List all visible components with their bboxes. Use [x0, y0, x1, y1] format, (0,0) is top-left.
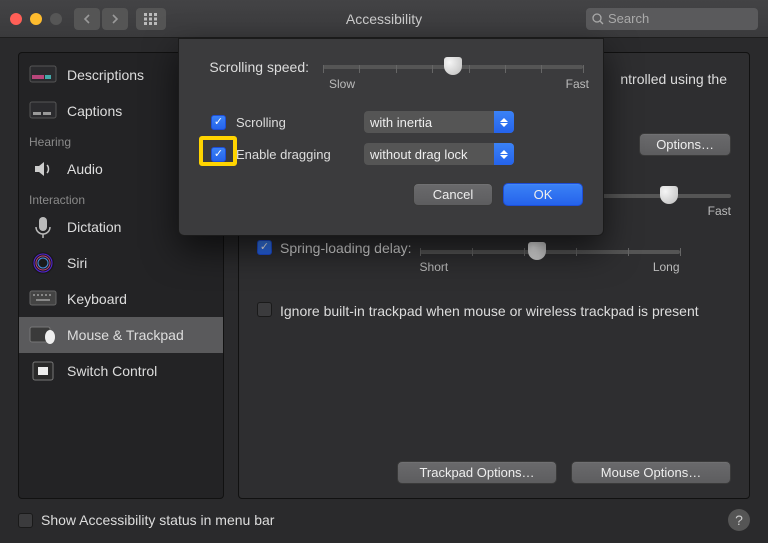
descriptions-icon	[29, 63, 57, 87]
search-input[interactable]: Search	[586, 8, 758, 30]
close-window-button[interactable]	[10, 13, 22, 25]
slider-slow-label: Slow	[329, 77, 355, 91]
sidebar-item-siri[interactable]: Siri	[19, 245, 223, 281]
spring-loading-label: Spring-loading delay:	[280, 240, 412, 256]
slider-fast-label: Fast	[566, 77, 589, 91]
show-status-menubar-label: Show Accessibility status in menu bar	[41, 512, 274, 528]
sidebar-item-label: Descriptions	[67, 67, 144, 83]
dragging-select-value: without drag lock	[370, 147, 468, 162]
traffic-lights	[10, 13, 62, 25]
trackpad-options-sheet: Scrolling speed: Slow Fast ✓ Scrol	[178, 38, 604, 236]
switch-control-icon	[29, 359, 57, 383]
scrolling-select-value: with inertia	[370, 115, 432, 130]
siri-icon	[29, 251, 57, 275]
show-status-menubar-checkbox[interactable]	[18, 513, 33, 528]
sidebar-item-switch-control[interactable]: Switch Control	[19, 353, 223, 389]
scrolling-checkbox[interactable]: ✓	[211, 115, 226, 130]
mouse-trackpad-icon	[29, 323, 57, 347]
sidebar-item-label: Audio	[67, 161, 103, 177]
ignore-trackpad-checkbox[interactable]	[257, 302, 272, 317]
ok-button[interactable]: OK	[503, 183, 583, 206]
show-all-button[interactable]	[136, 8, 166, 30]
slider-long-label: Long	[653, 260, 680, 274]
chevron-up-down-icon	[494, 143, 514, 165]
scrolling-speed-label: Scrolling speed:	[199, 57, 309, 75]
slider-fast-label: Fast	[708, 204, 731, 218]
cancel-button[interactable]: Cancel	[413, 183, 493, 206]
window-titlebar: Accessibility Search	[0, 0, 768, 38]
sidebar-item-label: Siri	[67, 255, 87, 271]
scrolling-label: Scrolling	[236, 115, 354, 130]
options-button[interactable]: Options…	[639, 133, 731, 156]
sidebar-item-label: Mouse & Trackpad	[67, 327, 184, 343]
spring-loading-checkbox[interactable]: ✓	[257, 240, 272, 255]
enable-dragging-label: Enable dragging	[236, 147, 354, 162]
spring-loading-delay-slider[interactable]: Short Long	[420, 240, 680, 272]
scrolling-select[interactable]: with inertia	[364, 111, 514, 133]
search-placeholder: Search	[608, 11, 649, 26]
enable-dragging-checkbox[interactable]: ✓	[211, 147, 226, 162]
forward-button[interactable]	[102, 8, 128, 30]
sidebar-item-keyboard[interactable]: Keyboard	[19, 281, 223, 317]
help-button[interactable]: ?	[728, 509, 750, 531]
back-button[interactable]	[74, 8, 100, 30]
sidebar-item-mouse-trackpad[interactable]: Mouse & Trackpad	[19, 317, 223, 353]
trackpad-options-button[interactable]: Trackpad Options…	[397, 461, 557, 484]
nav-buttons	[74, 8, 128, 30]
sidebar-item-label: Captions	[67, 103, 122, 119]
sidebar-item-label: Keyboard	[67, 291, 127, 307]
search-icon	[592, 13, 604, 25]
sidebar-item-label: Switch Control	[67, 363, 157, 379]
ignore-trackpad-label: Ignore built-in trackpad when mouse or w…	[280, 302, 699, 322]
sidebar-item-label: Dictation	[67, 219, 121, 235]
captions-icon	[29, 99, 57, 123]
window-footer: Show Accessibility status in menu bar ?	[18, 509, 750, 531]
chevron-up-down-icon	[494, 111, 514, 133]
dragging-select[interactable]: without drag lock	[364, 143, 514, 165]
audio-icon	[29, 157, 57, 181]
slider-short-label: Short	[420, 260, 449, 274]
dictation-icon	[29, 215, 57, 239]
zoom-window-button[interactable]	[50, 13, 62, 25]
mouse-options-button[interactable]: Mouse Options…	[571, 461, 731, 484]
minimize-window-button[interactable]	[30, 13, 42, 25]
keyboard-icon	[29, 287, 57, 311]
scrolling-speed-slider[interactable]: Slow Fast	[323, 57, 583, 97]
